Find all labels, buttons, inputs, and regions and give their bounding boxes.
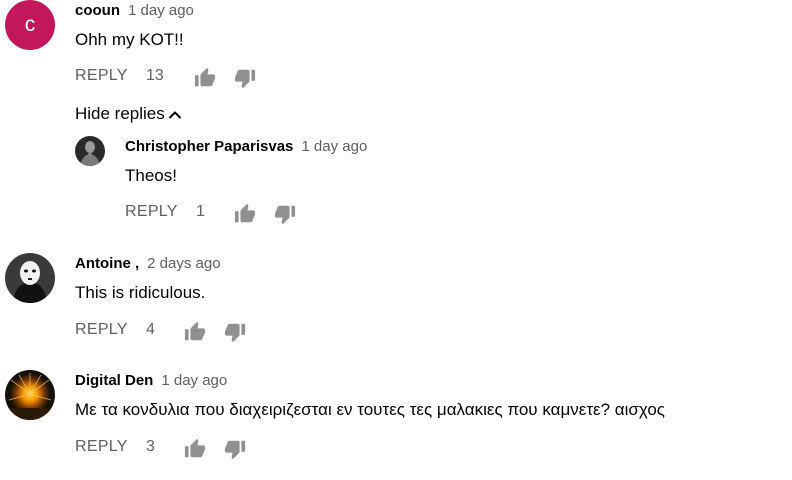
avatar-letter: c — [24, 13, 36, 36]
chevron-up-icon — [168, 105, 182, 125]
comment-text: Ohh my KOT!! — [75, 30, 184, 49]
comment-actions: REPLY 4 — [75, 321, 275, 349]
avatar[interactable] — [5, 253, 55, 303]
thumb-down-icon[interactable] — [224, 438, 246, 460]
comments-section: c cooun 1 day ago Ohh my KOT!! REPLY 13 H… — [0, 0, 792, 480]
thumb-down-icon[interactable] — [274, 203, 296, 225]
comment-timestamp[interactable]: 1 day ago — [128, 2, 194, 19]
reply-button[interactable]: REPLY — [75, 67, 128, 85]
comment-actions: REPLY 13 — [75, 67, 275, 95]
comment-text: Με τα κονδυλια που διαχειριζεσται εν του… — [75, 400, 666, 419]
like-count: 3 — [146, 438, 155, 455]
comment-timestamp[interactable]: 1 day ago — [301, 138, 367, 155]
hide-replies-label: Hide replies — [75, 104, 165, 123]
thumb-down-icon[interactable] — [224, 321, 246, 343]
author-name[interactable]: Antoine , — [75, 255, 139, 272]
comment-actions: REPLY 1 — [125, 203, 325, 231]
comment-actions: REPLY 3 — [75, 438, 275, 466]
like-count: 1 — [196, 203, 205, 220]
thumb-down-icon[interactable] — [234, 67, 256, 89]
like-count: 4 — [146, 321, 155, 338]
author-name[interactable]: Digital Den — [75, 372, 153, 389]
comment-timestamp[interactable]: 1 day ago — [161, 372, 227, 389]
hide-replies-button[interactable]: Hide replies — [75, 104, 182, 125]
comment-text: Theos! — [125, 166, 177, 185]
comment-header: cooun 1 day ago — [75, 2, 194, 19]
reply-button[interactable]: REPLY — [125, 203, 178, 221]
comment-header: Christopher Paparisvas 1 day ago — [125, 138, 367, 155]
author-name[interactable]: Christopher Paparisvas — [125, 138, 293, 155]
thumb-up-icon[interactable] — [184, 438, 206, 460]
thumb-up-icon[interactable] — [194, 67, 216, 89]
author-name[interactable]: cooun — [75, 2, 120, 19]
avatar[interactable] — [5, 370, 55, 420]
comment-text: This is ridiculous. — [75, 283, 206, 302]
comment-header: Antoine , 2 days ago — [75, 255, 221, 272]
thumb-up-icon[interactable] — [184, 321, 206, 343]
reply-button[interactable]: REPLY — [75, 438, 128, 456]
comment-timestamp[interactable]: 2 days ago — [147, 255, 220, 272]
like-count: 13 — [146, 67, 164, 84]
avatar[interactable]: c — [5, 0, 55, 50]
avatar[interactable] — [75, 136, 105, 166]
thumb-up-icon[interactable] — [234, 203, 256, 225]
comment-header: Digital Den 1 day ago — [75, 372, 227, 389]
reply-button[interactable]: REPLY — [75, 321, 128, 339]
